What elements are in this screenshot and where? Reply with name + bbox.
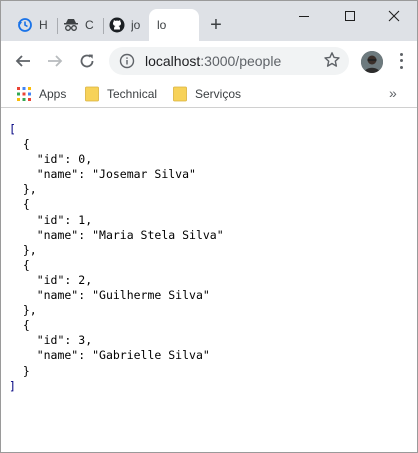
close-button[interactable] (371, 1, 417, 31)
bookmark-apps[interactable]: Apps (17, 85, 66, 103)
menu-kebab-icon[interactable] (395, 51, 407, 71)
maximize-icon (345, 11, 355, 21)
tab-title: jo (131, 18, 141, 32)
tab-title: lo (157, 18, 167, 32)
json-name-value: "Gabrielle Silva" (92, 348, 210, 363)
url-path: :3000/people (200, 53, 282, 69)
forward-arrow-icon (48, 55, 63, 67)
bookmarks-bar: Apps Technical Serviços » (1, 81, 417, 108)
folder-icon (173, 86, 187, 102)
page-content: [ { "id": 0, "name": "Josemar Silva" }, … (1, 108, 417, 452)
json-name-value: "Guilherme Silva" (92, 288, 210, 303)
github-icon (109, 17, 125, 33)
tab-separator (103, 18, 104, 34)
tab-active-localhost[interactable]: lo (149, 9, 199, 41)
json-close-bracket: ] (9, 378, 16, 393)
reload-button[interactable] (75, 49, 99, 73)
tab-history[interactable]: H (17, 9, 57, 41)
json-open-bracket: [ (9, 122, 16, 136)
incognito-icon (63, 17, 79, 33)
minimize-button[interactable] (281, 1, 327, 31)
maximize-button[interactable] (327, 1, 373, 31)
bookmark-label: Technical (107, 87, 158, 101)
tab-title: H (39, 18, 48, 32)
minimize-icon (299, 16, 309, 17)
tab-strip: H C jo lo + (1, 1, 417, 41)
url-text[interactable]: localhost:3000/people (145, 53, 281, 69)
bookmark-folder-servicos[interactable]: Serviços (173, 85, 241, 103)
tab-incognito[interactable]: C (63, 9, 103, 41)
apps-grid-icon (17, 87, 31, 101)
browser-window: H C jo lo + localhost:3000/people Apps T… (0, 0, 418, 453)
reload-icon (80, 54, 94, 68)
back-button[interactable] (11, 49, 35, 73)
json-id-value: 0 (78, 152, 86, 167)
json-id-value: 3 (78, 333, 86, 348)
url-host: localhost (145, 53, 201, 69)
bookmark-label: Apps (39, 87, 67, 101)
address-bar[interactable]: localhost:3000/people (109, 47, 349, 75)
folder-icon (85, 86, 99, 102)
json-response: [ { "id": 0, "name": "Josemar Silva" }, … (9, 122, 224, 393)
history-icon (17, 17, 33, 33)
json-id-value: 2 (78, 272, 86, 287)
json-id-value: 1 (78, 212, 86, 227)
json-name-value: "Josemar Silva" (92, 167, 196, 182)
tab-separator (57, 18, 58, 34)
tab-github[interactable]: jo (109, 9, 147, 41)
browser-toolbar: localhost:3000/people (1, 41, 417, 81)
bookmark-label: Serviços (195, 87, 242, 101)
bookmark-folder-technical[interactable]: Technical (85, 85, 157, 103)
close-icon (388, 10, 400, 22)
forward-button[interactable] (43, 49, 67, 73)
profile-avatar[interactable] (361, 51, 383, 73)
back-arrow-icon (15, 55, 30, 67)
info-icon[interactable] (119, 53, 135, 69)
chevron-more-icon[interactable]: » (389, 85, 397, 101)
tab-title: C (85, 18, 94, 32)
json-name-value: "Maria Stela Silva" (92, 227, 224, 242)
bookmark-star-icon[interactable] (323, 51, 341, 69)
new-tab-button[interactable]: + (206, 15, 226, 35)
